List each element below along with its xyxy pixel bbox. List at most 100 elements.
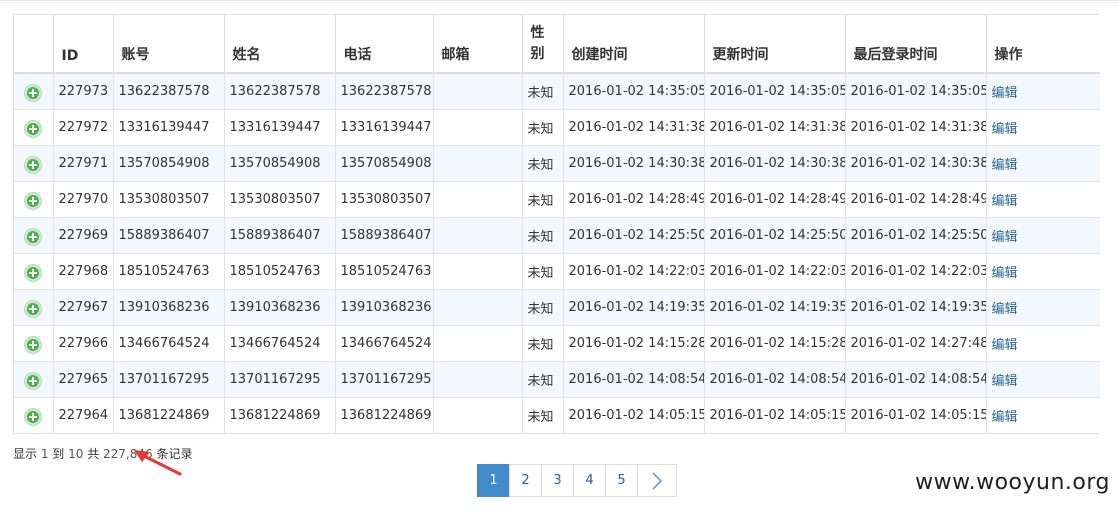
cell-gender: 未知 bbox=[521, 396, 563, 433]
header-gender-line-2: 别 bbox=[530, 45, 545, 62]
page-button-2[interactable]: 2 bbox=[509, 464, 542, 497]
cell-account: 13530803507 bbox=[112, 180, 224, 217]
table-row: 227973 13622387578 13622387578 13622387578 未… bbox=[14, 72, 1100, 109]
chevron-right-icon bbox=[652, 471, 663, 490]
plus-circle-icon[interactable] bbox=[25, 373, 42, 389]
edit-link[interactable]: 编辑 bbox=[992, 374, 1018, 389]
plus-circle-icon[interactable] bbox=[25, 229, 42, 245]
cell-created: 2016-01-02 14:35:05 bbox=[562, 72, 704, 109]
cell-account: 13701167295 bbox=[112, 360, 224, 397]
cell-updated: 2016-01-02 14:19:35 bbox=[703, 288, 845, 325]
info-prefix: 显示 bbox=[13, 447, 41, 461]
edit-link[interactable]: 编辑 bbox=[992, 194, 1018, 209]
header-id[interactable]: ID bbox=[52, 15, 113, 74]
cell-phone: 13530803507 bbox=[334, 180, 433, 217]
info-total-word: 共 bbox=[83, 447, 104, 461]
table-row: 227967 13910368236 13910368236 13910368236 未… bbox=[14, 288, 1100, 325]
cell-action: 编辑 bbox=[985, 72, 1100, 109]
cell-created: 2016-01-02 14:15:28 bbox=[562, 324, 704, 361]
header-account[interactable]: 账号 bbox=[112, 15, 224, 74]
cell-email bbox=[432, 216, 522, 253]
users-table-container: ID 账号 姓名 电话 邮箱 性别 创建时间 更新时间 最后登录时间 操作 22… bbox=[13, 14, 1100, 434]
top-border bbox=[0, 0, 1119, 3]
edit-link[interactable]: 编辑 bbox=[992, 230, 1018, 245]
cell-last-login: 2016-01-02 14:28:49 bbox=[844, 180, 986, 217]
header-name[interactable]: 姓名 bbox=[223, 15, 335, 74]
page-button-5[interactable]: 5 bbox=[605, 464, 638, 497]
header-gender[interactable]: 性别 bbox=[521, 15, 563, 74]
red-arrow-icon bbox=[134, 450, 182, 476]
page-button-4[interactable]: 4 bbox=[573, 464, 606, 497]
cell-created: 2016-01-02 14:30:38 bbox=[562, 144, 704, 181]
plus-circle-icon[interactable] bbox=[25, 301, 42, 317]
edit-link[interactable]: 编辑 bbox=[992, 158, 1018, 173]
cell-id: 227970 bbox=[52, 180, 113, 217]
header-last-login[interactable]: 最后登录时间 bbox=[844, 15, 986, 74]
cell-email bbox=[432, 252, 522, 289]
cell-email bbox=[432, 360, 522, 397]
row-expand-cell bbox=[14, 180, 53, 217]
plus-circle-icon[interactable] bbox=[25, 337, 42, 353]
pagination: 12345 bbox=[477, 464, 677, 497]
cell-id: 227965 bbox=[52, 360, 113, 397]
cell-id: 227964 bbox=[52, 396, 113, 433]
page-button-3[interactable]: 3 bbox=[541, 464, 574, 497]
cell-last-login: 2016-01-02 14:27:48 bbox=[844, 324, 986, 361]
cell-email bbox=[432, 180, 522, 217]
edit-link[interactable]: 编辑 bbox=[992, 266, 1018, 281]
plus-circle-icon[interactable] bbox=[25, 193, 42, 209]
cell-last-login: 2016-01-02 14:08:54 bbox=[844, 360, 986, 397]
cell-email bbox=[432, 288, 522, 325]
cell-last-login: 2016-01-02 14:19:35 bbox=[844, 288, 986, 325]
header-email[interactable]: 邮箱 bbox=[432, 15, 522, 74]
page-button-1[interactable]: 1 bbox=[477, 464, 510, 497]
cell-name: 13910368236 bbox=[223, 288, 335, 325]
cell-action: 编辑 bbox=[985, 288, 1100, 325]
edit-link[interactable]: 编辑 bbox=[992, 86, 1018, 101]
cell-last-login: 2016-01-02 14:25:50 bbox=[844, 216, 986, 253]
cell-updated: 2016-01-02 14:28:49 bbox=[703, 180, 845, 217]
plus-circle-icon[interactable] bbox=[25, 157, 42, 173]
edit-link[interactable]: 编辑 bbox=[992, 410, 1018, 425]
plus-circle-icon[interactable] bbox=[25, 409, 42, 426]
next-page-button[interactable] bbox=[637, 464, 677, 497]
row-expand-cell bbox=[14, 108, 53, 145]
cell-email bbox=[432, 108, 522, 145]
row-expand-cell bbox=[14, 288, 53, 325]
cell-action: 编辑 bbox=[985, 360, 1100, 397]
cell-action: 编辑 bbox=[985, 324, 1100, 361]
cell-account: 15889386407 bbox=[112, 216, 224, 253]
cell-email bbox=[432, 396, 522, 433]
cell-phone: 18510524763 bbox=[334, 252, 433, 289]
cell-name: 13316139447 bbox=[223, 108, 335, 145]
cell-id: 227971 bbox=[52, 144, 113, 181]
cell-updated: 2016-01-02 14:08:54 bbox=[703, 360, 845, 397]
cell-email bbox=[432, 144, 522, 181]
cell-created: 2016-01-02 14:25:50 bbox=[562, 216, 704, 253]
cell-updated: 2016-01-02 14:25:50 bbox=[703, 216, 845, 253]
cell-action: 编辑 bbox=[985, 180, 1100, 217]
plus-circle-icon[interactable] bbox=[25, 85, 42, 102]
plus-circle-icon[interactable] bbox=[25, 265, 42, 281]
cell-action: 编辑 bbox=[985, 108, 1100, 145]
cell-last-login: 2016-01-02 14:35:05 bbox=[844, 72, 986, 109]
cell-phone: 13622387578 bbox=[334, 72, 433, 109]
cell-id: 227966 bbox=[52, 324, 113, 361]
cell-gender: 未知 bbox=[521, 144, 563, 181]
info-to-word: 到 bbox=[48, 447, 69, 461]
header-updated[interactable]: 更新时间 bbox=[703, 15, 845, 74]
cell-updated: 2016-01-02 14:30:38 bbox=[703, 144, 845, 181]
cell-account: 13316139447 bbox=[112, 108, 224, 145]
edit-link[interactable]: 编辑 bbox=[992, 122, 1018, 137]
cell-id: 227967 bbox=[52, 288, 113, 325]
header-created[interactable]: 创建时间 bbox=[562, 15, 704, 74]
plus-circle-icon[interactable] bbox=[25, 121, 42, 137]
header-expand bbox=[14, 15, 53, 74]
cell-last-login: 2016-01-02 14:30:38 bbox=[844, 144, 986, 181]
cell-last-login: 2016-01-02 14:31:38 bbox=[844, 108, 986, 145]
cell-email bbox=[432, 72, 522, 109]
header-phone[interactable]: 电话 bbox=[334, 15, 433, 74]
edit-link[interactable]: 编辑 bbox=[992, 338, 1018, 353]
cell-id: 227973 bbox=[52, 72, 113, 109]
edit-link[interactable]: 编辑 bbox=[992, 302, 1018, 317]
